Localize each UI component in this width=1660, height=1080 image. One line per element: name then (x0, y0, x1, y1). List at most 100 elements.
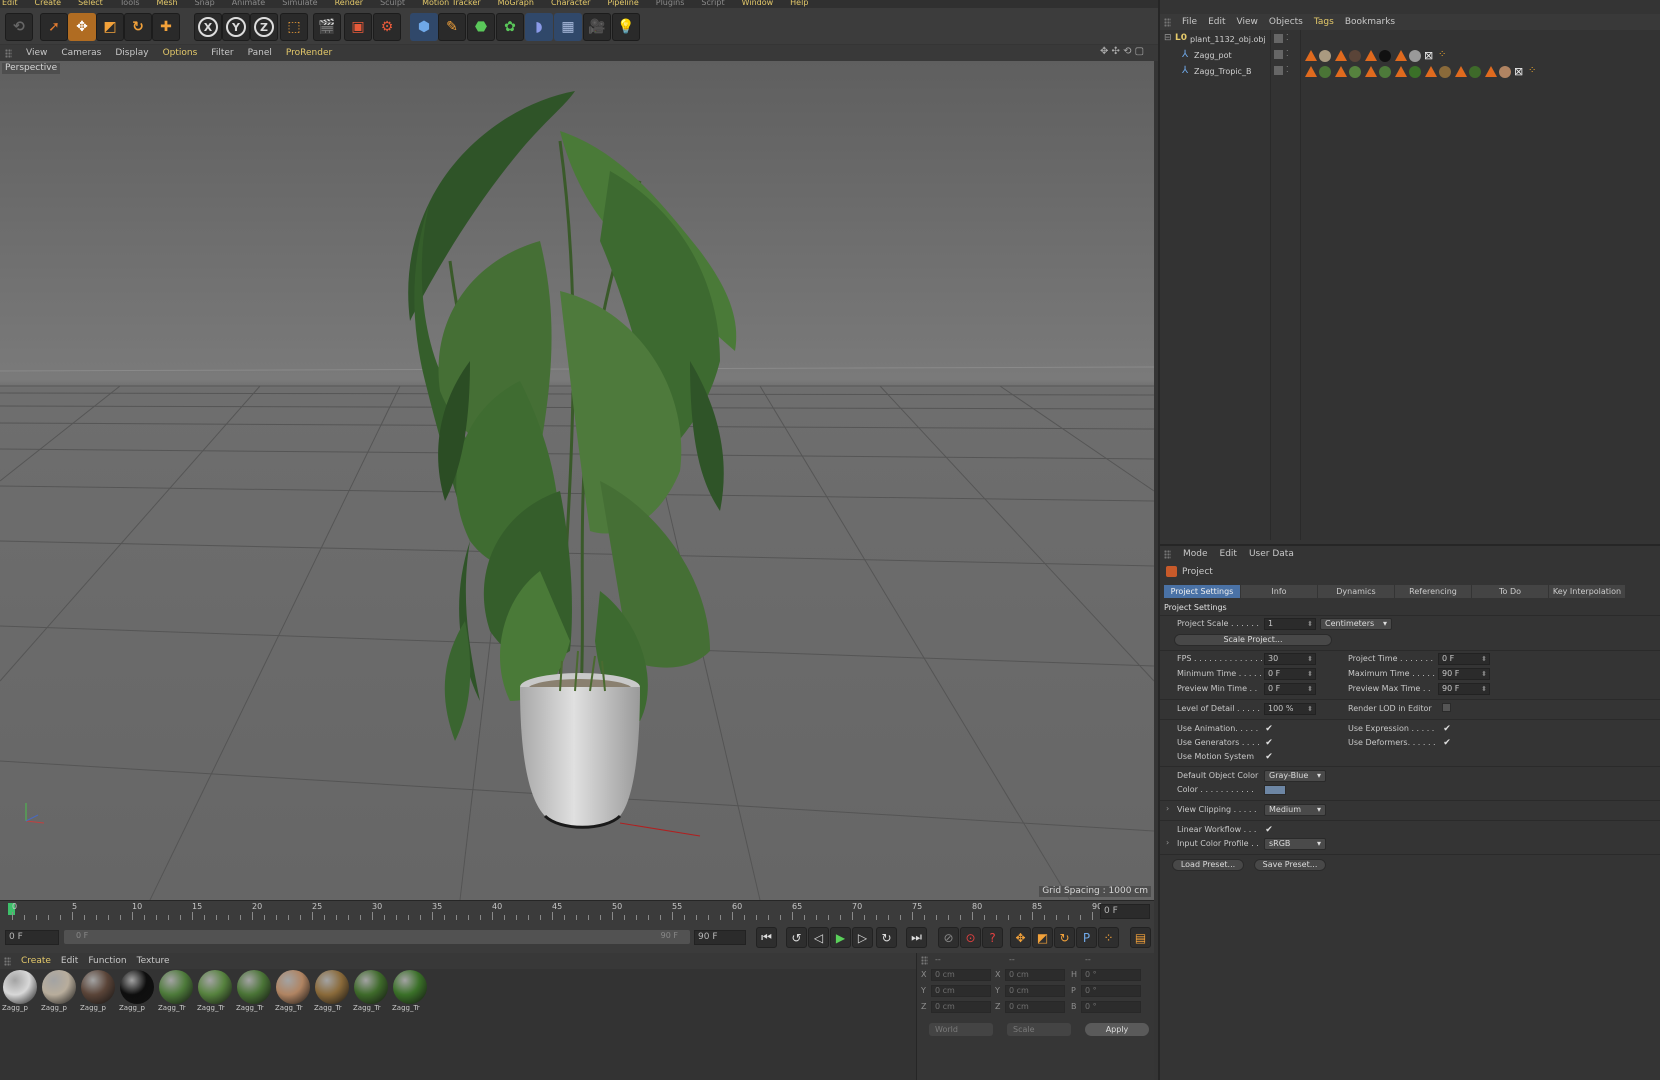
viewport-menu-panel[interactable]: Panel (248, 48, 272, 58)
coord-value-field[interactable]: 0 cm (1005, 1001, 1065, 1013)
menu-pipeline[interactable]: Pipeline (607, 0, 638, 8)
scale-project-button[interactable]: Scale Project... (1174, 634, 1332, 646)
menu-motion-tracker[interactable]: Motion Tracker (422, 0, 481, 8)
viewport-menu-prorender[interactable]: ProRender (286, 48, 332, 58)
uvw-tag-icon[interactable]: ⁘ (1438, 49, 1446, 60)
render-view-button[interactable]: 🎬 (313, 13, 341, 41)
tab-to-do[interactable]: To Do (1472, 585, 1548, 598)
key-pla-button[interactable]: ⁘ (1098, 927, 1119, 948)
keyframe-selection-button[interactable]: ? (982, 927, 1003, 948)
material-swatch[interactable]: Zagg_p (2, 969, 38, 1013)
material-swatch[interactable]: Zagg_p (119, 969, 155, 1013)
key-parameter-button[interactable]: P (1076, 927, 1097, 948)
material-swatch[interactable]: Zagg_Tr (392, 969, 428, 1013)
project-scale-field[interactable]: 1 (1264, 618, 1316, 630)
scale-unit-dropdown[interactable]: Centimeters (1320, 618, 1392, 630)
object-menu-file[interactable]: File (1182, 17, 1197, 27)
expand-arrow-icon[interactable]: › (1166, 838, 1169, 847)
light-button[interactable]: 💡 (612, 13, 640, 41)
material-tag-icon[interactable] (1409, 66, 1421, 78)
material-tag-icon[interactable] (1499, 66, 1511, 78)
material-tag-icon[interactable] (1409, 50, 1421, 62)
menu-tools[interactable]: Tools (120, 0, 140, 8)
y-axis-button[interactable]: Y (222, 13, 250, 41)
undo-button[interactable]: ⟲ (5, 13, 33, 41)
coordinate-system-button[interactable]: ⬚ (280, 13, 308, 41)
object-menu-tags[interactable]: Tags (1314, 17, 1334, 27)
material-swatch[interactable]: Zagg_Tr (353, 969, 389, 1013)
material-tag-icon[interactable] (1349, 66, 1361, 78)
coord-size-dropdown[interactable]: Scale (1007, 1023, 1071, 1036)
menu-window[interactable]: Window (742, 0, 774, 8)
material-tag-icon[interactable] (1379, 66, 1391, 78)
material-tag-icon[interactable] (1319, 66, 1331, 78)
menu-animate[interactable]: Animate (232, 0, 266, 8)
texture-tag-icon[interactable] (1395, 66, 1407, 77)
move-tool-button[interactable]: ✥ (68, 13, 96, 41)
menu-character[interactable]: Character (551, 0, 591, 8)
scale-tool-button[interactable]: ◩ (96, 13, 124, 41)
key-position-button[interactable]: ✥ (1010, 927, 1031, 948)
menu-plugins[interactable]: Plugins (656, 0, 685, 8)
attribute-menu-edit[interactable]: Edit (1220, 549, 1237, 559)
play-button[interactable]: ▶ (830, 927, 851, 948)
go-to-end-button[interactable]: ⏭ (906, 927, 927, 948)
previous-frame-button[interactable]: ◁ (808, 927, 829, 948)
start-frame-field[interactable]: 0 F (5, 930, 59, 945)
material-menu-edit[interactable]: Edit (61, 956, 78, 966)
attribute-menu-mode[interactable]: Mode (1183, 549, 1208, 559)
preview-min-field[interactable]: 0 F (1264, 683, 1316, 695)
coord-value-field[interactable]: 0 ° (1081, 985, 1141, 997)
use-motion-system-checkbox[interactable]: ✔ (1264, 752, 1274, 762)
material-tag-icon[interactable] (1469, 66, 1481, 78)
attribute-menu-user-data[interactable]: User Data (1249, 549, 1294, 559)
menu-select[interactable]: Select (78, 0, 103, 8)
live-select-button[interactable]: ✚ (152, 13, 180, 41)
apply-button[interactable]: Apply (1085, 1023, 1149, 1036)
save-preset-button[interactable]: Save Preset... (1254, 859, 1326, 871)
material-menu-texture[interactable]: Texture (137, 956, 170, 966)
render-picture-viewer-button[interactable]: ▣ (344, 13, 372, 41)
expand-arrow-icon[interactable]: › (1166, 804, 1169, 813)
level-of-detail-field[interactable]: 100 % (1264, 703, 1316, 715)
project-time-field[interactable]: 0 F (1438, 653, 1490, 665)
timeline-ruler[interactable]: 0 5 10 15 20 25 30 35 40 45 50 55 60 65 70 75 80 85 90 0 F (0, 900, 1154, 920)
material-swatch[interactable]: Zagg_Tr (197, 969, 233, 1013)
preview-max-field[interactable]: 90 F (1438, 683, 1490, 695)
texture-tag-icon[interactable] (1425, 66, 1437, 77)
deformer-button[interactable]: ◗ (525, 13, 553, 41)
texture-tag-icon[interactable] (1335, 66, 1347, 77)
z-axis-button[interactable]: Z (250, 13, 278, 41)
use-animation-checkbox[interactable]: ✔ (1264, 724, 1274, 734)
rotate-tool-button[interactable]: ↻ (124, 13, 152, 41)
menu-script[interactable]: Script (701, 0, 724, 8)
range-slider[interactable]: 0 F 90 F (64, 930, 690, 944)
material-tag-icon[interactable] (1379, 50, 1391, 62)
default-object-color-dropdown[interactable]: Gray-Blue (1264, 770, 1326, 782)
render-lod-checkbox[interactable] (1442, 703, 1451, 712)
phong-tag-icon[interactable]: ⊠ (1424, 49, 1433, 62)
go-to-start-button[interactable]: ⏮ (756, 927, 777, 948)
perspective-viewport[interactable]: Perspective Grid Spacing : 1000 cm (0, 61, 1154, 900)
material-swatch[interactable]: Zagg_Tr (158, 969, 194, 1013)
auto-key-button[interactable]: ⊙ (960, 927, 981, 948)
texture-tag-icon[interactable] (1335, 50, 1347, 61)
viewport-menu-options[interactable]: Options (163, 48, 198, 58)
key-rotation-button[interactable]: ↻ (1054, 927, 1075, 948)
material-menu-create[interactable]: Create (21, 956, 51, 966)
record-keys-button[interactable]: ⊘ (938, 927, 959, 948)
render-dots-icon[interactable]: ⁚ (1286, 65, 1289, 74)
viewport-menu-display[interactable]: Display (115, 48, 148, 58)
menu-render[interactable]: Render (335, 0, 363, 8)
material-swatch[interactable]: Zagg_Tr (275, 969, 311, 1013)
material-menu-function[interactable]: Function (88, 956, 126, 966)
visibility-icon[interactable] (1274, 34, 1283, 43)
menu-sculpt[interactable]: Sculpt (380, 0, 405, 8)
viewport-nav-icons[interactable]: ✥ ✣ ⟲ ▢ (1100, 46, 1144, 57)
texture-tag-icon[interactable] (1365, 50, 1377, 61)
render-dots-icon[interactable]: ⁚ (1286, 49, 1289, 58)
menu-edit[interactable]: Edit (2, 0, 18, 8)
coord-value-field[interactable]: 0 ° (1081, 1001, 1141, 1013)
coord-value-field[interactable]: 0 cm (1005, 985, 1065, 997)
texture-tag-icon[interactable] (1305, 66, 1317, 77)
